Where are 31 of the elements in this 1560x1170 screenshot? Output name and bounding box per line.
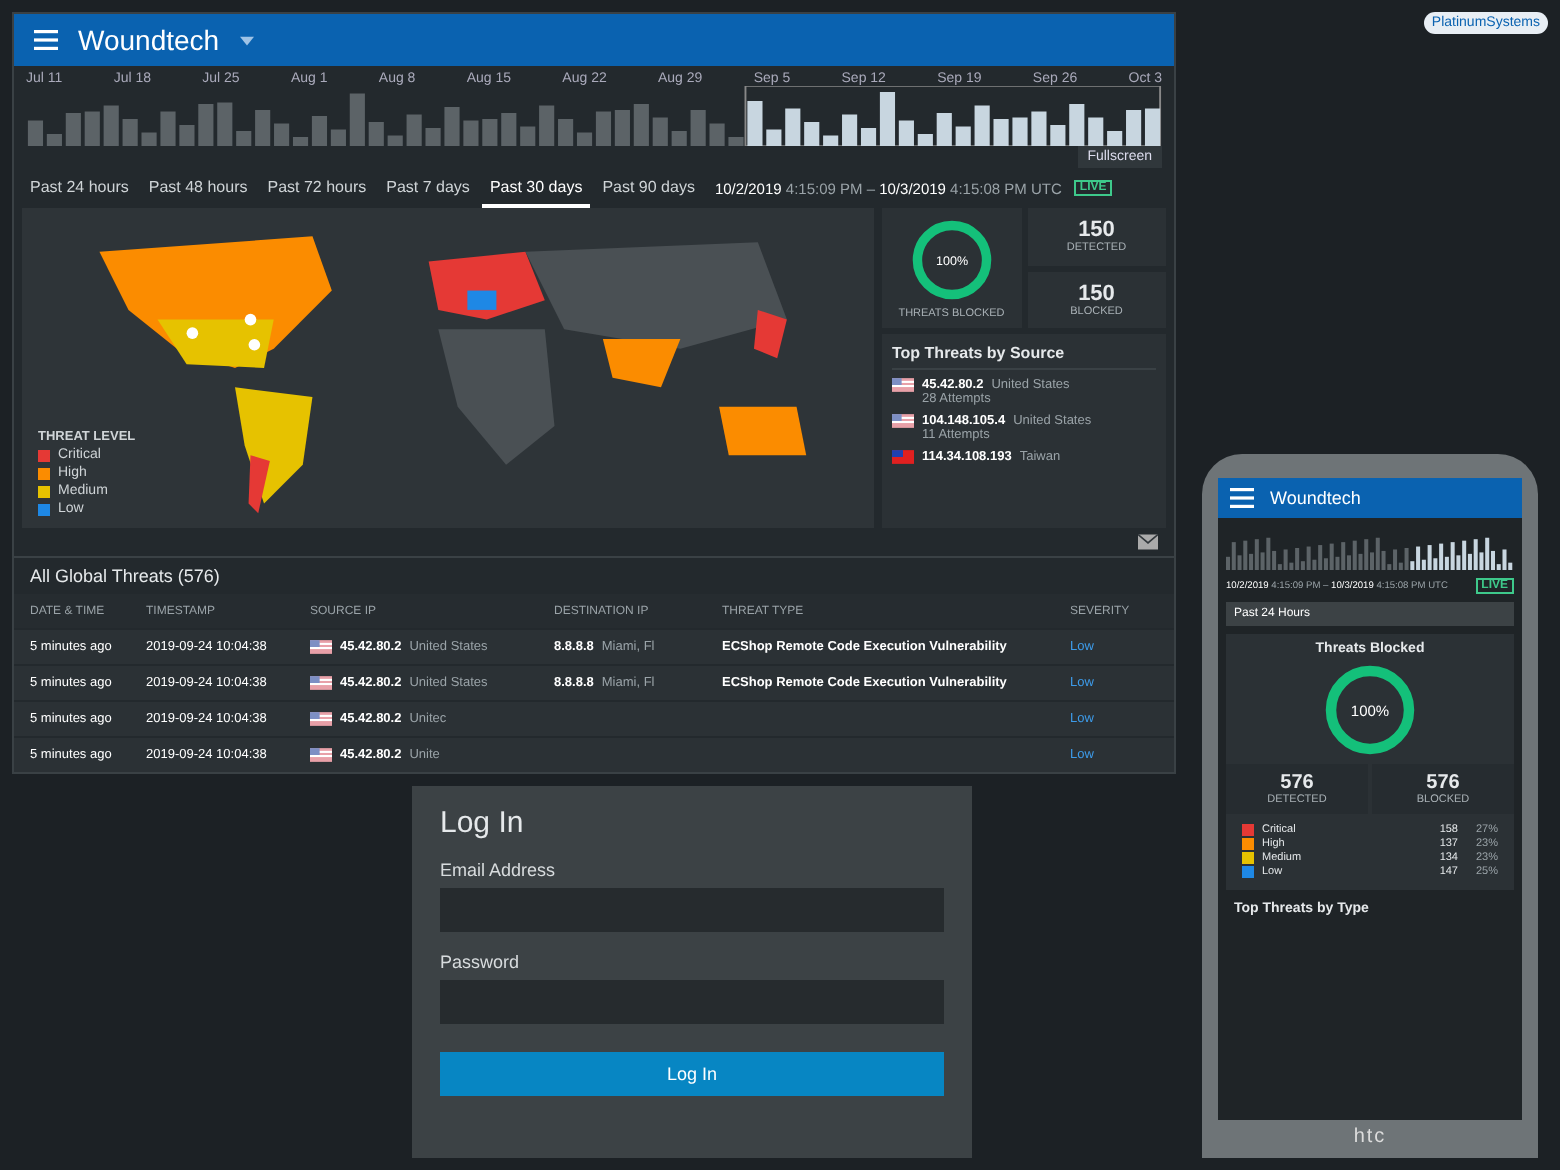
flag-icon — [892, 378, 914, 392]
flag-icon — [310, 748, 332, 762]
table-title: All Global Threats (576) — [28, 564, 222, 590]
flag-icon — [310, 640, 332, 654]
period-tab[interactable]: Past 48 hours — [140, 169, 256, 207]
flag-icon — [892, 414, 914, 428]
donut-meter: 100% — [1322, 662, 1418, 758]
menu-icon[interactable] — [1230, 488, 1254, 508]
app-title: Woundtech — [1270, 488, 1361, 508]
card-title: Top Threats by Source — [892, 344, 1156, 370]
menu-icon[interactable] — [34, 30, 58, 50]
brand-logo: htc — [1353, 1124, 1387, 1152]
field-label: Password — [440, 952, 522, 972]
login-title: Log In — [440, 806, 526, 840]
activity-bars-drawing[interactable] — [26, 86, 1162, 146]
field-label: Email Address — [440, 860, 558, 880]
flag-icon — [310, 712, 332, 726]
stat-value: 150 — [1078, 218, 1115, 243]
stat-value: 576 — [1280, 772, 1314, 794]
app-title: Woundtech — [78, 24, 220, 56]
stat-value: 150 — [1078, 281, 1115, 306]
flag-icon — [310, 676, 332, 690]
period-tab[interactable]: Past 7 days — [378, 169, 478, 207]
login-button[interactable]: Log In — [440, 1052, 944, 1096]
flag-icon — [892, 450, 914, 464]
caret-icon[interactable] — [239, 35, 254, 45]
stat-value: 576 — [1426, 772, 1460, 794]
period-tab[interactable]: Past 24 hours — [22, 169, 137, 207]
period-tab[interactable]: Past 72 hours — [259, 169, 375, 207]
mail-icon[interactable] — [1138, 534, 1158, 550]
period-tab[interactable]: Past 90 days — [594, 169, 703, 207]
